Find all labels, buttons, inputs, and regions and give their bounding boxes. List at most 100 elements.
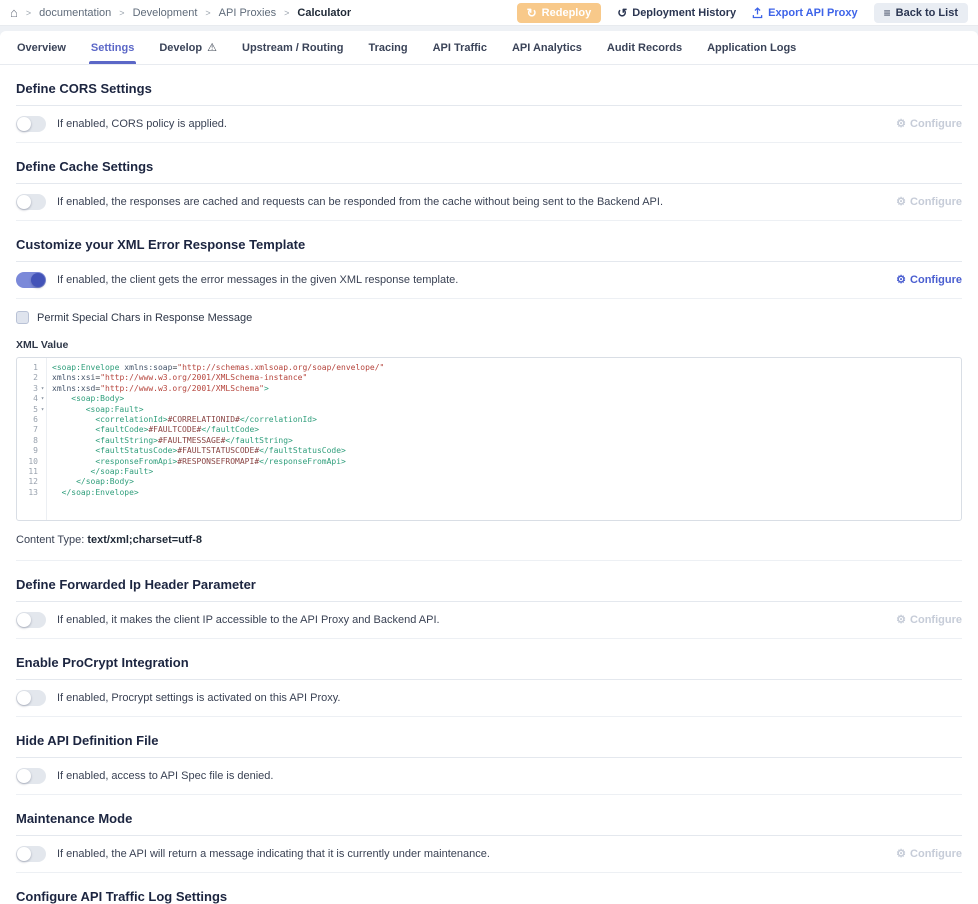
- header-actions: ↻ Redeploy ↺ Deployment History Export A…: [517, 3, 968, 23]
- code-line: 4▾ <soap:Body>: [17, 394, 961, 404]
- section-cache: Define Cache SettingsIf enabled, the res…: [16, 143, 962, 221]
- code-line: 8 <faultString>#FAULTMESSAGE#</faultStri…: [17, 436, 961, 446]
- tab-develop[interactable]: Develop⚠: [159, 31, 217, 64]
- code-line: 7 <faultCode>#FAULTCODE#</faultCode>: [17, 425, 961, 435]
- export-api-proxy-button[interactable]: Export API Proxy: [752, 7, 857, 19]
- breadcrumb-separator: >: [205, 8, 210, 18]
- toggle-maintenance[interactable]: [16, 846, 46, 862]
- history-icon: ↺: [617, 7, 627, 19]
- deployment-history-button[interactable]: ↺ Deployment History: [617, 7, 736, 19]
- configure-button-cache[interactable]: ⚙ Configure: [896, 196, 962, 208]
- content-type-value: text/xml;charset=utf-8: [87, 534, 202, 546]
- gear-icon: ⚙: [896, 197, 906, 208]
- section-title-procrypt: Enable ProCrypt Integration: [16, 639, 962, 679]
- toggle-row-maintenance: If enabled, the API will return a messag…: [16, 836, 962, 872]
- section-cors: Define CORS SettingsIf enabled, CORS pol…: [16, 65, 962, 143]
- section-title-cors: Define CORS Settings: [16, 65, 962, 105]
- toggle-description-forwarded-ip: If enabled, it makes the client IP acces…: [57, 614, 896, 626]
- toggle-row-cache: If enabled, the responses are cached and…: [16, 184, 962, 220]
- gear-icon: ⚙: [896, 275, 906, 286]
- toggle-cache[interactable]: [16, 194, 46, 210]
- tab-label: Upstream / Routing: [242, 42, 343, 54]
- tab-upstream-routing[interactable]: Upstream / Routing: [242, 31, 343, 64]
- sections: Define CORS SettingsIf enabled, CORS pol…: [0, 65, 978, 904]
- section-hide-api-definition: Hide API Definition File If enabled, acce…: [16, 717, 962, 795]
- redeploy-icon: ↻: [527, 7, 537, 19]
- toggle-cors[interactable]: [16, 116, 46, 132]
- content-type: Content Type: text/xml;charset=utf-8: [16, 521, 962, 560]
- toggle-description-xml-error-template: If enabled, the client gets the error me…: [57, 274, 896, 286]
- code-line: 5▾ <soap:Fault>: [17, 405, 961, 415]
- tab-overview[interactable]: Overview: [17, 31, 66, 64]
- permit-special-chars-row: Permit Special Chars in Response Message: [16, 299, 962, 326]
- toggle-xml-error-template[interactable]: [16, 272, 46, 288]
- content-type-label: Content Type:: [16, 534, 87, 546]
- tab-api-analytics[interactable]: API Analytics: [512, 31, 582, 64]
- toggle-forwarded-ip[interactable]: [16, 612, 46, 628]
- section-title-xml-error-template: Customize your XML Error Response Templa…: [16, 221, 962, 261]
- section-procrypt: Enable ProCrypt Integration If enabled, P…: [16, 639, 962, 717]
- breadcrumb-item[interactable]: documentation: [39, 7, 111, 19]
- breadcrumb-separator: >: [119, 8, 124, 18]
- tab-tracing[interactable]: Tracing: [368, 31, 407, 64]
- toggle-row-cors: If enabled, CORS policy is applied.⚙ Conf…: [16, 106, 962, 142]
- export-icon: [752, 7, 763, 19]
- code-line: 1<soap:Envelope xmlns:soap="http://schem…: [17, 363, 961, 373]
- breadcrumb: ⌂ > documentation > Development > API Proxies…: [10, 6, 351, 19]
- xml-value-label: XML Value: [16, 326, 962, 357]
- configure-button-xml-error-template[interactable]: ⚙ Configure: [896, 274, 962, 286]
- tab-bar: Overview Settings Develop⚠ Upstream / Routi…: [0, 31, 978, 65]
- section-xml-error-template: Customize your XML Error Response Templa…: [16, 221, 962, 561]
- configure-label: Configure: [910, 614, 962, 626]
- section-forwarded-ip: Define Forwarded Ip Header ParameterIf e…: [16, 561, 962, 639]
- tab-settings[interactable]: Settings: [91, 31, 134, 64]
- toggle-hide-api-definition[interactable]: [16, 768, 46, 784]
- section-title-hide-api-definition: Hide API Definition File: [16, 717, 962, 757]
- gear-icon: ⚙: [896, 615, 906, 626]
- xml-editor[interactable]: 1<soap:Envelope xmlns:soap="http://schem…: [16, 357, 962, 521]
- back-to-list-button[interactable]: ≡ Back to List: [874, 3, 968, 23]
- configure-label: Configure: [910, 118, 962, 130]
- toggle-description-procrypt: If enabled, Procrypt settings is activat…: [57, 692, 962, 704]
- tab-label: Audit Records: [607, 42, 682, 54]
- gear-icon: ⚙: [896, 119, 906, 130]
- toggle-row-hide-api-definition: If enabled, access to API Spec file is d…: [16, 758, 962, 794]
- main-card: Overview Settings Develop⚠ Upstream / Routi…: [0, 31, 978, 904]
- configure-button-forwarded-ip[interactable]: ⚙ Configure: [896, 614, 962, 626]
- list-icon: ≡: [884, 7, 891, 19]
- breadcrumb-item[interactable]: API Proxies: [219, 7, 276, 19]
- configure-button-maintenance[interactable]: ⚙Configure: [896, 848, 962, 860]
- permit-special-chars-checkbox[interactable]: [16, 311, 29, 324]
- breadcrumb-separator: >: [284, 8, 289, 18]
- code-line: 9 <faultStatusCode>#FAULTSTATUSCODE#</fa…: [17, 446, 961, 456]
- configure-label: Configure: [910, 274, 962, 286]
- toggle-description-cors: If enabled, CORS policy is applied.: [57, 118, 896, 130]
- toggle-procrypt[interactable]: [16, 690, 46, 706]
- breadcrumb-separator: >: [26, 8, 31, 18]
- code-line: 10 <responseFromApi>#RESPONSEFROMAPI#</r…: [17, 457, 961, 467]
- configure-button-cors[interactable]: ⚙ Configure: [896, 118, 962, 130]
- section-traffic-log: Configure API Traffic Log SettingsEnviro…: [16, 873, 962, 904]
- toggle-description-hide-api-definition: If enabled, access to API Spec file is d…: [57, 770, 962, 782]
- tab-label: API Analytics: [512, 42, 582, 54]
- tab-label: Tracing: [368, 42, 407, 54]
- redeploy-button[interactable]: ↻ Redeploy: [517, 3, 602, 23]
- section-title-cache: Define Cache Settings: [16, 143, 962, 183]
- tab-application-logs[interactable]: Application Logs: [707, 31, 796, 64]
- tab-api-traffic[interactable]: API Traffic: [433, 31, 487, 64]
- code-line: 6 <correlationId>#CORRELATIONID#</correl…: [17, 415, 961, 425]
- tab-audit-records[interactable]: Audit Records: [607, 31, 682, 64]
- tab-label: Settings: [91, 42, 134, 54]
- deployment-history-label: Deployment History: [632, 7, 736, 19]
- section-maintenance: Maintenance Mode If enabled, the API will…: [16, 795, 962, 873]
- breadcrumb-item[interactable]: Development: [133, 7, 198, 19]
- tab-label: Develop: [159, 42, 202, 54]
- tab-label: Application Logs: [707, 42, 796, 54]
- section-title-maintenance: Maintenance Mode: [16, 795, 962, 835]
- breadcrumb-bar: ⌂ > documentation > Development > API Proxies…: [0, 0, 978, 26]
- toggle-description-maintenance: If enabled, the API will return a messag…: [57, 848, 896, 860]
- configure-label: Configure: [910, 196, 962, 208]
- code-line: 12 </soap:Body>: [17, 477, 961, 487]
- home-icon[interactable]: ⌂: [10, 6, 18, 19]
- breadcrumb-current: Calculator: [297, 7, 351, 19]
